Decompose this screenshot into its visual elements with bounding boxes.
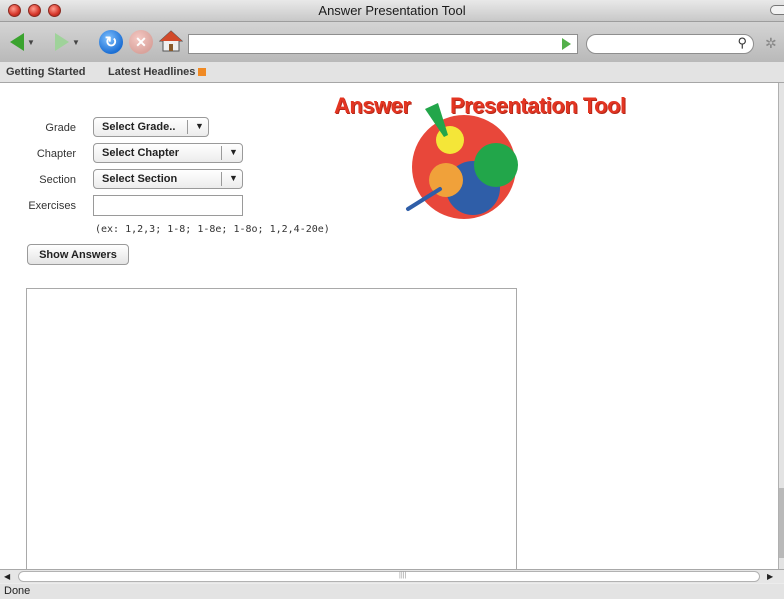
- forward-history-dropdown-icon[interactable]: ▼: [72, 38, 80, 47]
- grade-select[interactable]: Select Grade.. ▼: [93, 117, 209, 137]
- chevron-down-icon: ▼: [229, 147, 238, 157]
- back-button[interactable]: ▼: [10, 30, 35, 54]
- scroll-right-icon[interactable]: ▶: [767, 572, 773, 581]
- chapter-label: Chapter: [36, 148, 76, 160]
- back-history-dropdown-icon[interactable]: ▼: [27, 38, 35, 47]
- reload-button[interactable]: ↻: [99, 30, 123, 54]
- exercises-label: Exercises: [28, 200, 76, 212]
- bookmark-latest-headlines[interactable]: Latest Headlines: [108, 66, 207, 78]
- rss-feed-icon: [198, 68, 207, 77]
- stop-button[interactable]: ✕: [129, 30, 153, 54]
- navigation-toolbar: ▼ ▼ ↻ ✕ ⚲ ✲: [0, 22, 784, 62]
- window-title: Answer Presentation Tool: [318, 3, 466, 18]
- grade-select-value: Select Grade..: [102, 121, 176, 133]
- spinner-icon: ✲: [765, 35, 777, 51]
- magnifier-icon[interactable]: ⚲: [737, 35, 747, 51]
- vertical-scroll-thumb[interactable]: [779, 488, 784, 558]
- status-text: Done: [4, 585, 31, 597]
- horizontal-scrollbar[interactable]: ◀ |||| ▶: [0, 569, 784, 583]
- scroll-grip-icon: ||||: [399, 572, 407, 579]
- section-select[interactable]: Select Section ▼: [93, 169, 243, 189]
- answers-display-area[interactable]: [26, 288, 517, 569]
- page-content: Answer Presentation Tool Grade Select Gr…: [0, 83, 778, 569]
- logo-green-circle: [474, 143, 518, 187]
- home-icon: [158, 30, 184, 52]
- chapter-select[interactable]: Select Chapter ▼: [93, 143, 243, 163]
- back-arrow-icon: [10, 33, 24, 51]
- logo-title-answer: Answer: [334, 93, 411, 118]
- stop-icon: ✕: [135, 33, 147, 50]
- horizontal-scroll-thumb[interactable]: ||||: [18, 571, 760, 582]
- bookmark-latest-headlines-label: Latest Headlines: [108, 66, 196, 78]
- bookmarks-bar: Getting Started Latest Headlines: [0, 62, 784, 83]
- forward-button[interactable]: ▼: [55, 30, 80, 54]
- section-label: Section: [39, 174, 76, 186]
- logo-graphic: [406, 103, 518, 219]
- home-button[interactable]: [158, 29, 184, 53]
- chapter-select-value: Select Chapter: [102, 147, 180, 159]
- bookmark-getting-started[interactable]: Getting Started: [6, 66, 85, 78]
- toolbar-toggle-button[interactable]: [770, 5, 784, 15]
- go-arrow-icon[interactable]: [562, 38, 571, 50]
- chevron-down-icon: ▼: [195, 121, 204, 131]
- browser-window: Answer Presentation Tool ▼ ▼ ↻ ✕ ⚲ ✲ Get…: [0, 0, 784, 599]
- chevron-down-icon: ▼: [229, 173, 238, 183]
- show-answers-button[interactable]: Show Answers: [27, 244, 129, 265]
- section-select-value: Select Section: [102, 173, 178, 185]
- address-bar[interactable]: [188, 34, 578, 54]
- exercises-format-hint: (ex: 1,2,3; 1-8; 1-8e; 1-8o; 1,2,4-20e): [95, 224, 330, 235]
- search-field[interactable]: ⚲: [586, 34, 754, 54]
- exercises-input[interactable]: [93, 195, 243, 216]
- reload-icon: ↻: [104, 34, 118, 51]
- grade-label: Grade: [45, 122, 76, 134]
- forward-arrow-icon: [55, 33, 69, 51]
- scroll-left-icon[interactable]: ◀: [4, 572, 10, 581]
- vertical-scrollbar[interactable]: [778, 83, 784, 569]
- status-bar: Done: [0, 584, 784, 599]
- title-bar: Answer Presentation Tool: [0, 0, 784, 22]
